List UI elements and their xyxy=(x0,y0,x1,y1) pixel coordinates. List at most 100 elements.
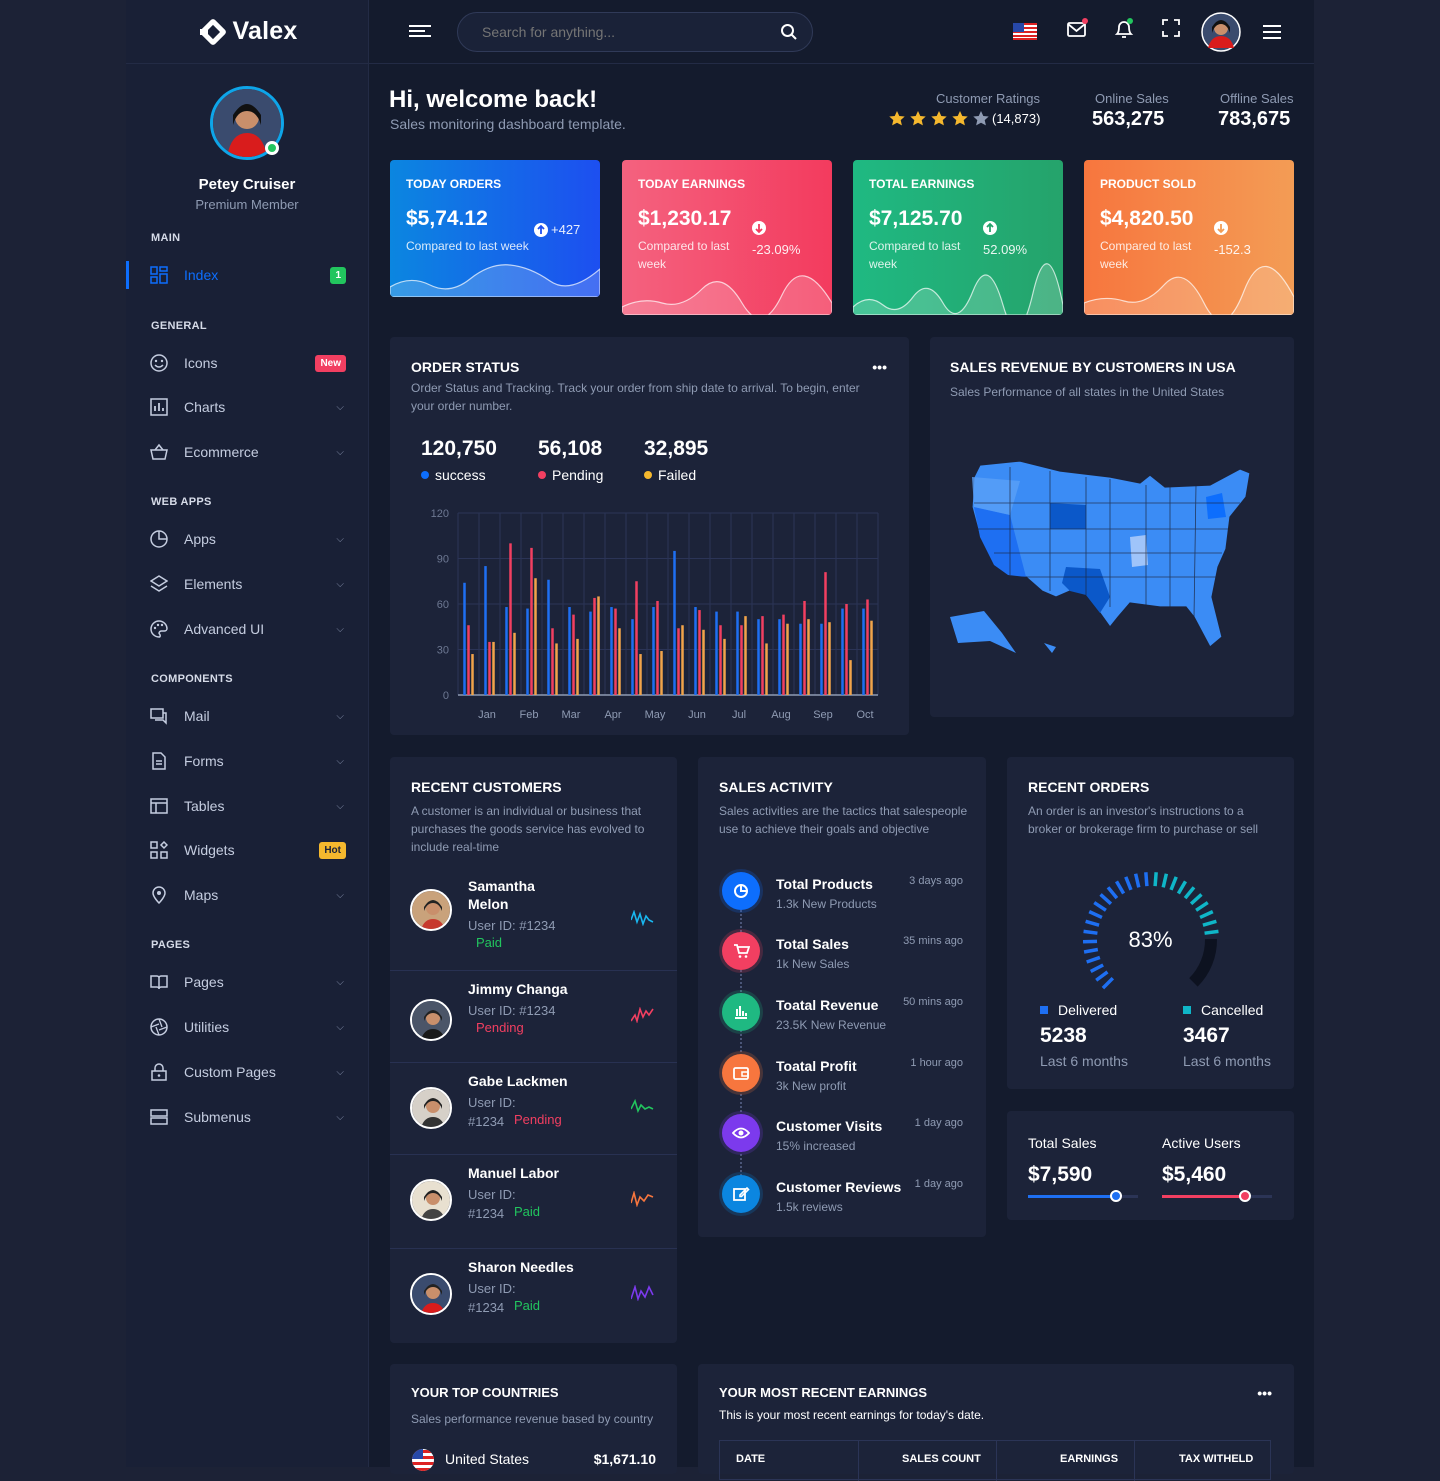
sales-slider-handle[interactable] xyxy=(1110,1190,1122,1202)
bar[interactable] xyxy=(463,583,466,695)
activity-item[interactable]: Toatal Revenue 23.5K New Revenue 50 mins… xyxy=(698,991,985,1051)
settings-menu-icon[interactable] xyxy=(1263,24,1289,50)
profile-avatar[interactable] xyxy=(210,86,284,160)
bar[interactable] xyxy=(631,619,634,695)
sidebar-item-mail[interactable]: Mail⌵ xyxy=(126,698,368,734)
bar[interactable] xyxy=(576,639,579,695)
bar[interactable] xyxy=(807,619,810,695)
mail-icon[interactable] xyxy=(1066,18,1092,44)
bar[interactable] xyxy=(555,643,558,695)
bar[interactable] xyxy=(744,616,747,695)
bar[interactable] xyxy=(467,625,470,695)
fullscreen-icon[interactable] xyxy=(1161,18,1187,44)
bar[interactable] xyxy=(526,609,529,695)
customer-row[interactable]: Jimmy Changa User ID: #1234 Pending xyxy=(390,971,677,1063)
sidebar-item-index[interactable]: Index1 xyxy=(126,257,368,293)
stat-card-total-earnings[interactable]: TOTAL EARNINGS $7,125.70 Compared to las… xyxy=(853,160,1063,315)
bar[interactable] xyxy=(551,628,554,695)
bar[interactable] xyxy=(862,609,865,695)
customer-row[interactable]: Sharon Needles User ID: #1234 Paid xyxy=(390,1249,677,1343)
bar[interactable] xyxy=(673,551,676,695)
bar[interactable] xyxy=(824,572,827,695)
bar[interactable] xyxy=(715,612,718,695)
bar[interactable] xyxy=(639,654,642,695)
bar[interactable] xyxy=(828,622,831,695)
bar[interactable] xyxy=(841,609,844,695)
bar[interactable] xyxy=(488,642,491,695)
activity-item[interactable]: Toatal Profit 3k New profit 1 hour ago xyxy=(698,1052,985,1112)
earnings-more-icon[interactable]: ••• xyxy=(1257,1385,1272,1401)
bar[interactable] xyxy=(681,625,684,695)
bar[interactable] xyxy=(702,630,705,695)
sidebar-item-utilities[interactable]: Utilities⌵ xyxy=(126,1009,368,1045)
customer-row[interactable]: Manuel Labor User ID: #1234 Paid xyxy=(390,1155,677,1249)
bar[interactable] xyxy=(786,624,789,695)
bar[interactable] xyxy=(505,607,508,695)
menu-toggle-icon[interactable] xyxy=(409,24,431,40)
bar[interactable] xyxy=(534,578,537,695)
bar[interactable] xyxy=(757,619,760,695)
sales-slider[interactable] xyxy=(1028,1195,1138,1198)
col-date[interactable]: DATE xyxy=(736,1453,765,1465)
bar[interactable] xyxy=(530,548,533,695)
brand-logo[interactable]: Valex xyxy=(126,0,368,64)
search-input[interactable] xyxy=(482,24,772,40)
bar[interactable] xyxy=(740,625,743,695)
sidebar-item-advanced-ui[interactable]: Advanced UI⌵ xyxy=(126,611,368,647)
activity-item[interactable]: Customer Visits 15% increased 1 day ago xyxy=(698,1112,985,1172)
sidebar-item-widgets[interactable]: WidgetsHot xyxy=(126,832,368,868)
sidebar-item-pages[interactable]: Pages⌵ xyxy=(126,964,368,1000)
bar[interactable] xyxy=(845,604,848,695)
bar[interactable] xyxy=(614,609,617,695)
bar[interactable] xyxy=(618,628,621,695)
sidebar-item-submenus[interactable]: Submenus⌵ xyxy=(126,1099,368,1135)
activity-item[interactable]: Total Sales 1k New Sales 35 mins ago xyxy=(698,930,985,990)
stat-card-today-earnings[interactable]: TODAY EARNINGS $1,230.17 Compared to las… xyxy=(622,160,832,315)
search-icon[interactable] xyxy=(780,23,798,41)
bar[interactable] xyxy=(723,639,726,695)
customer-row[interactable]: Samantha Melon User ID: #1234 Paid xyxy=(390,868,677,971)
bar[interactable] xyxy=(660,651,663,695)
bar[interactable] xyxy=(593,598,596,695)
stat-card-today-orders[interactable]: TODAY ORDERS $5,74.12 Compared to last w… xyxy=(390,160,600,297)
sidebar-item-apps[interactable]: Apps⌵ xyxy=(126,521,368,557)
bar[interactable] xyxy=(568,607,571,695)
bar[interactable] xyxy=(694,607,697,695)
sidebar-item-charts[interactable]: Charts⌵ xyxy=(126,389,368,425)
bar[interactable] xyxy=(635,581,638,695)
users-slider[interactable] xyxy=(1162,1195,1272,1198)
bar[interactable] xyxy=(484,566,487,695)
bar[interactable] xyxy=(736,612,739,695)
bar[interactable] xyxy=(652,607,655,695)
sidebar-item-tables[interactable]: Tables⌵ xyxy=(126,788,368,824)
customer-row[interactable]: Gabe Lackmen User ID: #1234 Pending xyxy=(390,1063,677,1155)
bar[interactable] xyxy=(656,601,659,695)
search-bar[interactable] xyxy=(457,12,813,52)
bar[interactable] xyxy=(572,615,575,695)
bar[interactable] xyxy=(719,625,722,695)
bar[interactable] xyxy=(870,621,873,695)
bar[interactable] xyxy=(803,601,806,695)
bar[interactable] xyxy=(597,596,600,695)
sidebar-item-icons[interactable]: IconsNew xyxy=(126,345,368,381)
bar[interactable] xyxy=(849,660,852,695)
bar[interactable] xyxy=(765,643,768,695)
bar[interactable] xyxy=(547,580,550,695)
bar[interactable] xyxy=(589,612,592,695)
bar[interactable] xyxy=(513,633,516,695)
bar[interactable] xyxy=(471,654,474,695)
notification-bell-icon[interactable] xyxy=(1113,18,1139,44)
bar[interactable] xyxy=(677,628,680,695)
sidebar-item-ecommerce[interactable]: Ecommerce⌵ xyxy=(126,434,368,470)
sidebar-item-forms[interactable]: Forms⌵ xyxy=(126,743,368,779)
activity-item[interactable]: Customer Reviews 1.5k reviews 1 day ago xyxy=(698,1173,985,1233)
sidebar-item-elements[interactable]: Elements⌵ xyxy=(126,566,368,602)
col-sales-count[interactable]: SALES COUNT xyxy=(902,1453,981,1465)
bar[interactable] xyxy=(778,619,781,695)
header-avatar[interactable] xyxy=(1201,12,1241,52)
bar[interactable] xyxy=(492,642,495,695)
stat-card-product-sold[interactable]: PRODUCT SOLD $4,820.50 Compared to last … xyxy=(1084,160,1294,315)
col-earnings[interactable]: EARNINGS xyxy=(1060,1453,1118,1465)
usa-map[interactable] xyxy=(950,457,1280,657)
col-tax-withheld[interactable]: TAX WITHELD xyxy=(1179,1453,1253,1465)
